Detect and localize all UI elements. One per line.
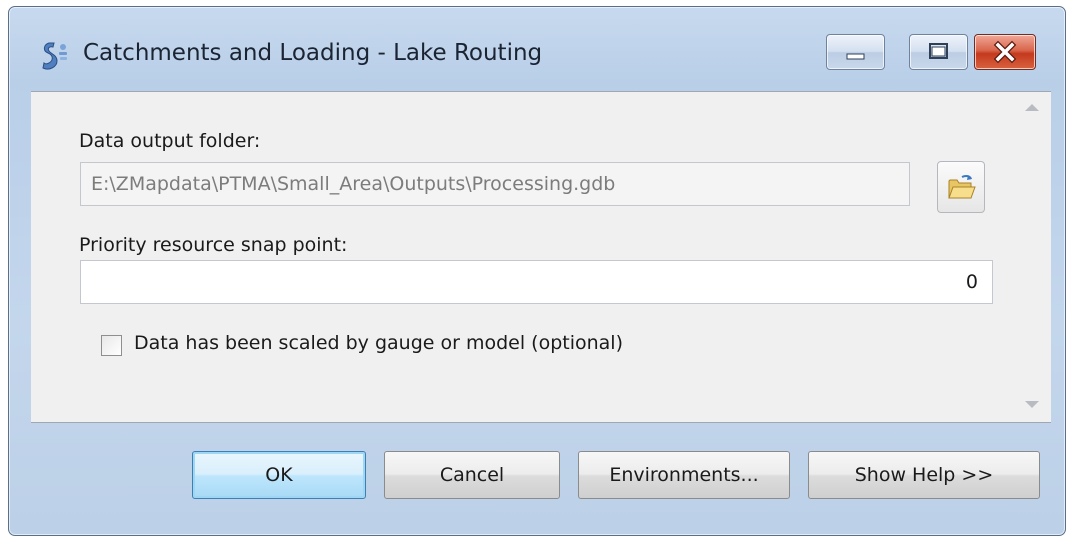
button-bar: OK Cancel Environments... Show Help >> [31,422,1051,525]
dialog-window: Catchments and Loading - Lake Routing Da… [8,6,1066,536]
ok-button[interactable]: OK [192,451,366,499]
python-script-tool-icon [39,39,73,73]
output-folder-field[interactable]: E:\ZMapdata\PTMA\Small_Area\Outputs\Proc… [80,162,910,206]
show-help-button[interactable]: Show Help >> [808,451,1040,499]
browse-button[interactable] [937,161,985,213]
open-folder-icon [948,174,976,199]
scroll-down-arrow-icon[interactable] [1025,401,1039,408]
snap-point-label: Priority resource snap point: [79,234,348,256]
parameters-panel: Data output folder: E:\ZMapdata\PTMA\Sma… [31,91,1051,423]
scroll-up-arrow-icon[interactable] [1025,104,1039,111]
output-folder-label: Data output folder: [79,130,261,152]
minimize-button[interactable] [826,34,885,70]
snap-point-field[interactable]: 0 [80,260,993,304]
maximize-button[interactable] [909,34,968,70]
environments-button[interactable]: Environments... [578,451,790,499]
vertical-scrollbar[interactable] [1013,92,1051,422]
close-icon [993,40,1017,64]
title-bar[interactable]: Catchments and Loading - Lake Routing [9,7,1065,89]
minimize-icon [846,53,865,60]
maximize-icon [929,43,948,59]
close-button[interactable] [974,34,1036,70]
scaled-checkbox-label[interactable]: Data has been scaled by gauge or model (… [134,332,623,354]
window-title: Catchments and Loading - Lake Routing [83,40,543,66]
cancel-button[interactable]: Cancel [384,451,560,499]
scaled-checkbox[interactable] [101,335,122,356]
